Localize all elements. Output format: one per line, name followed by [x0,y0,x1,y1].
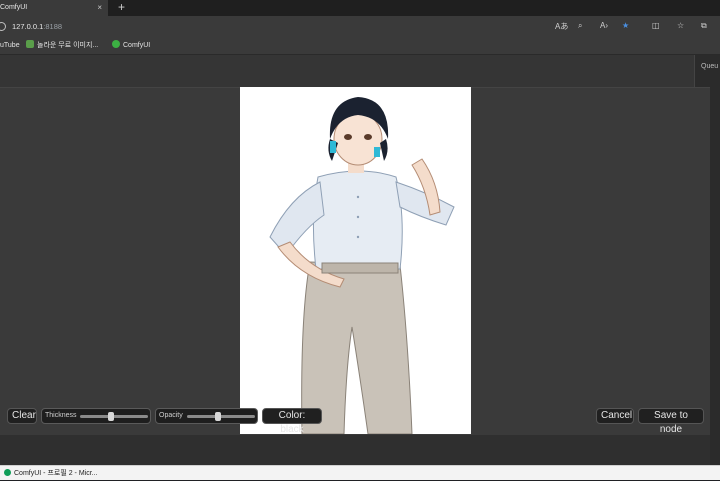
tab-strip: ComfyUI × + [0,0,720,16]
bookmark-favicon [26,40,34,48]
clear-button[interactable]: Clear [7,408,37,424]
bookmark-label: ComfyUI [123,42,151,49]
bookmark-youtube[interactable]: uTube [0,37,20,55]
url-field[interactable]: 127.0.0.1:8188 [12,16,62,37]
bookmarks-bar: uTube 놀라운 무료 이미지... ComfyUI [0,37,720,55]
url-host: 127.0.0.1 [12,22,44,31]
address-bar: 127.0.0.1:8188 Aあ ⌕ A› ★ ◫ ☆ ⧉ [0,16,720,37]
reload-icon[interactable] [0,22,6,31]
browser-icon [4,469,11,476]
thickness-slider-thumb[interactable] [107,412,114,421]
taskbar-item-comfyui[interactable]: ComfyUI - 프로필 2 - Micr... [4,466,98,481]
mask-canvas[interactable] [240,87,471,434]
text-size-icon[interactable]: A› [600,21,608,30]
opacity-control: Opacity [155,408,258,424]
bookmark-free-images[interactable]: 놀라운 무료 이미지... [26,37,98,55]
bookmark-label: uTube [0,42,20,49]
canvas-bottom [0,435,710,465]
opacity-slider[interactable] [187,415,255,418]
opacity-slider-thumb[interactable] [214,412,221,421]
tab-title: ComfyUI [0,4,28,11]
taskbar-item-label: ComfyUI - 프로필 2 - Micr... [14,470,98,477]
mask-editor-controls: Clear Thickness Opacity Color: black Can… [0,408,710,435]
tab-comfyui[interactable]: ComfyUI × [0,0,108,16]
bookmark-comfyui[interactable]: ComfyUI [112,37,150,55]
save-to-node-button[interactable]: Save to node [638,408,704,435]
favorites-icon[interactable]: ☆ [677,21,684,30]
split-screen-icon[interactable]: ◫ [652,21,660,30]
queue-label: Queu [701,63,719,70]
character-image [269,97,455,434]
bookmark-label: 놀라운 무료 이미지... [37,42,99,49]
read-aloud-icon[interactable]: Aあ [555,21,568,32]
cancel-button[interactable]: Cancel [596,408,634,424]
color-button[interactable]: Color: black [262,408,322,435]
zoom-icon[interactable]: ⌕ [578,21,582,31]
thickness-label: Thickness [45,412,77,419]
bookmark-favicon [112,40,120,48]
thickness-control: Thickness [41,408,151,424]
opacity-label: Opacity [159,412,183,419]
collections-icon[interactable]: ⧉ [701,21,707,31]
new-tab-button[interactable]: + [118,0,125,15]
url-port: :8188 [43,22,63,31]
taskbar: ComfyUI - 프로필 2 - Micr... [0,465,720,480]
close-icon[interactable]: × [97,0,102,16]
favorite-star-icon[interactable]: ★ [622,21,629,30]
thickness-slider[interactable] [80,415,148,418]
